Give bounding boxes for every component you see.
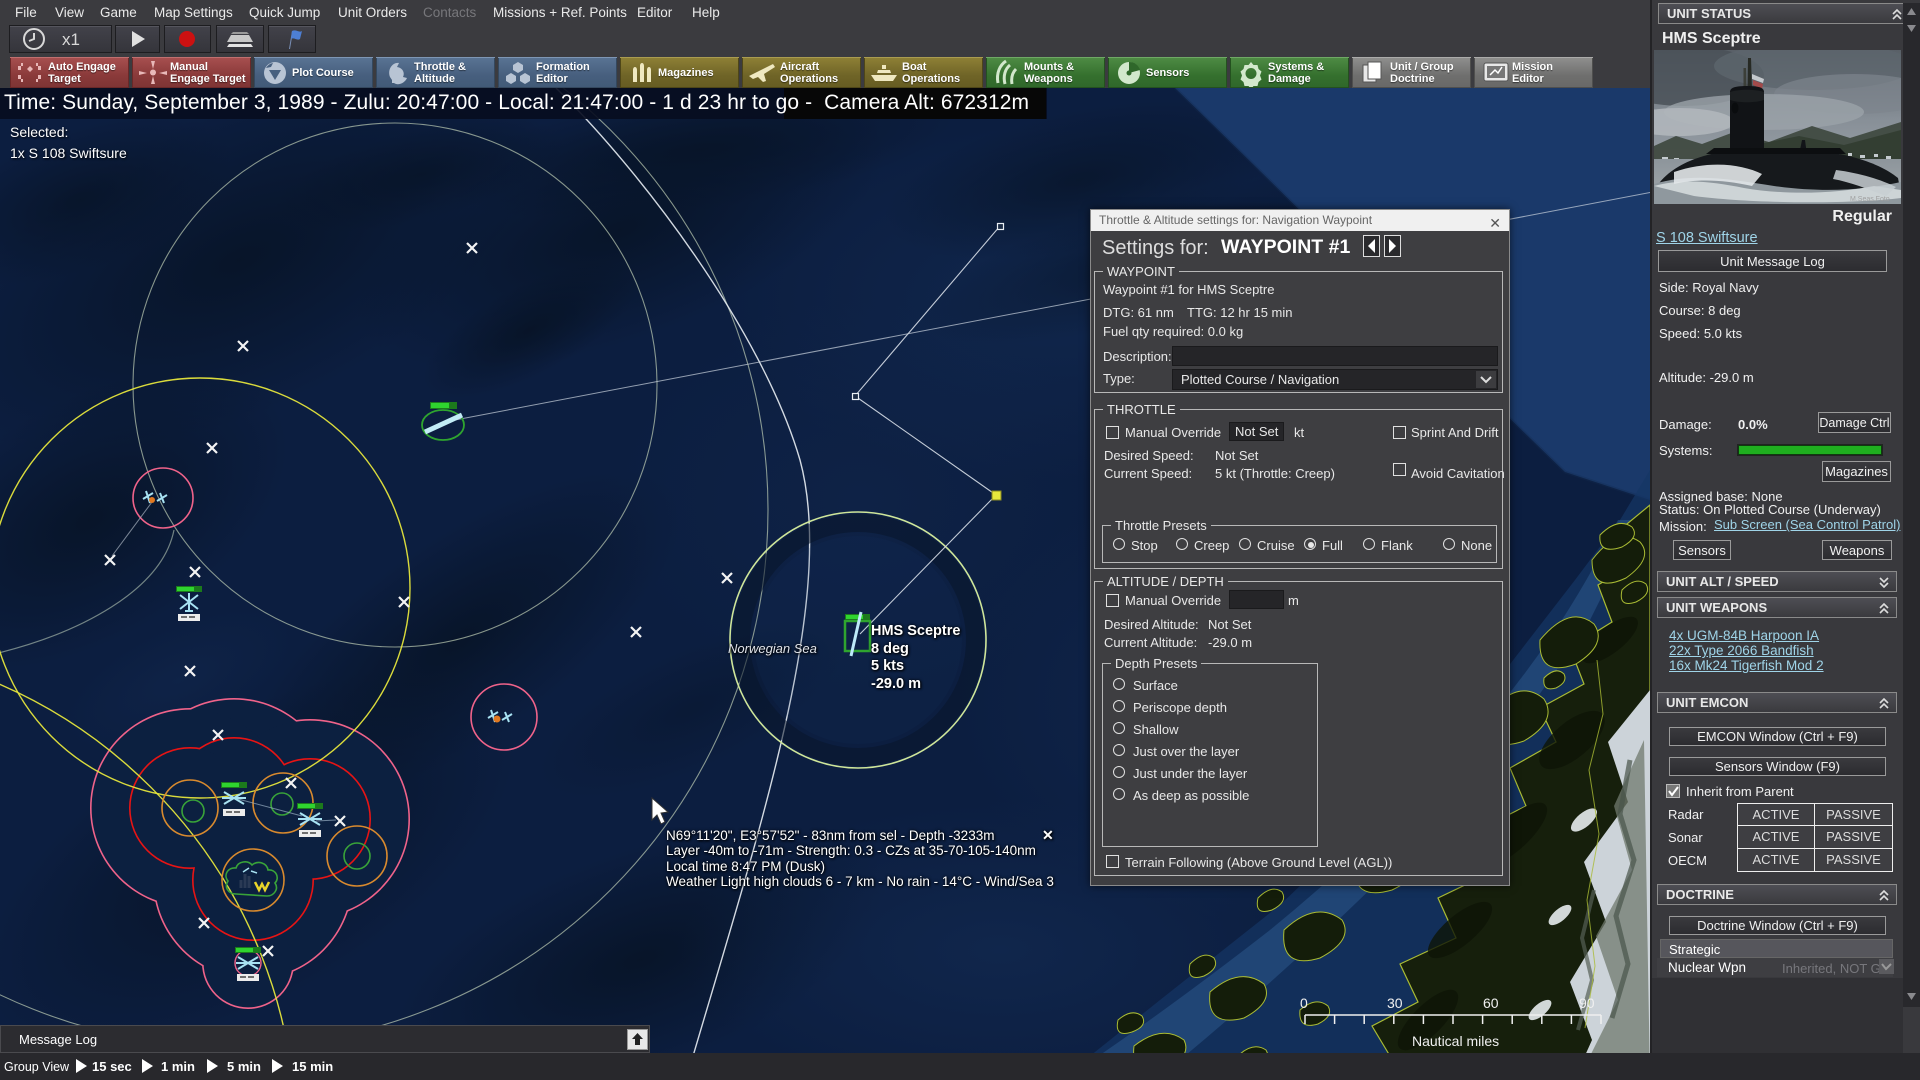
- svg-text:M.Seas.Foto: M.Seas.Foto: [1850, 196, 1890, 203]
- svg-text:Nautical miles: Nautical miles: [1412, 1033, 1499, 1049]
- svg-text:60: 60: [1483, 995, 1499, 1011]
- svg-text:90: 90: [1579, 995, 1595, 1011]
- svg-text:30: 30: [1387, 995, 1403, 1011]
- svg-text:x1: x1: [62, 30, 80, 49]
- svg-text:0: 0: [1300, 995, 1308, 1011]
